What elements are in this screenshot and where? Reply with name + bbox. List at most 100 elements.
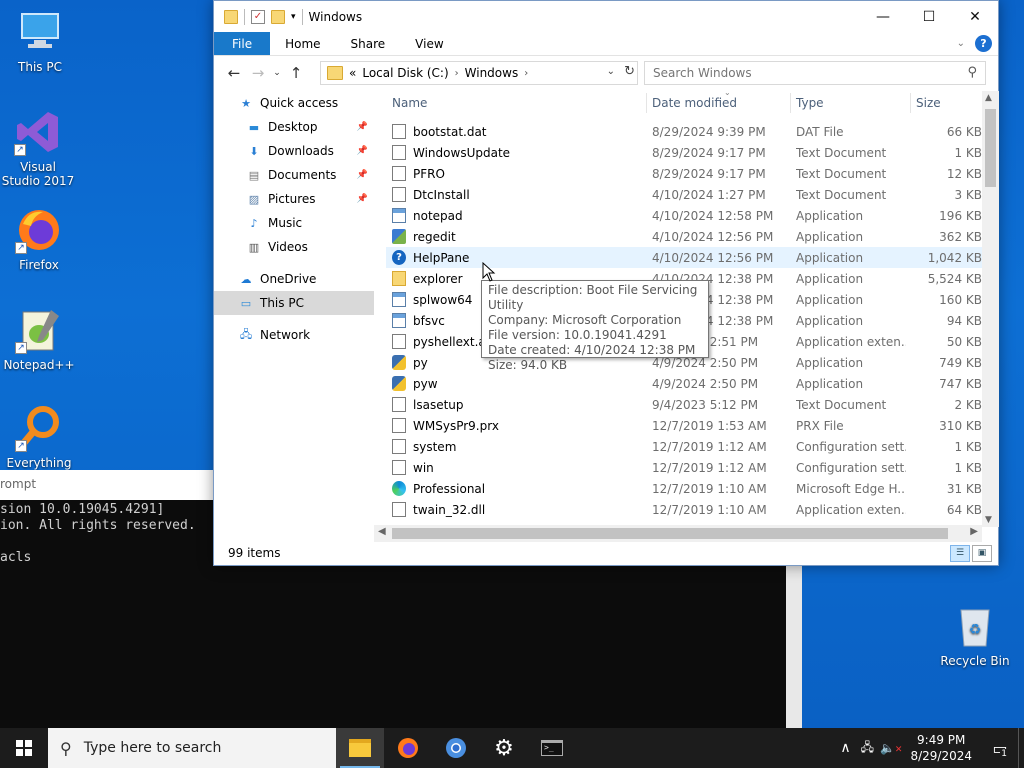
taskbar-search-box[interactable]: ⚲ Type here to search: [48, 728, 336, 768]
nav-item-desktop[interactable]: ▬ Desktop 📌: [214, 115, 374, 139]
breadcrumb-local-disk[interactable]: Local Disk (C:): [362, 66, 448, 80]
desktop-icon-recycle-bin[interactable]: ♻ Recycle Bin: [937, 602, 1013, 668]
file-row[interactable]: twain_32.dll 12/7/2019 1:10 AM Application…: [386, 499, 982, 520]
refresh-icon[interactable]: ↻: [624, 64, 635, 79]
scroll-thumb[interactable]: [985, 109, 996, 187]
file-type: Text Document: [796, 166, 887, 181]
file-row[interactable]: WindowsUpdate 8/29/2024 9:17 PM Text Docum…: [386, 142, 982, 163]
column-divider[interactable]: [910, 93, 911, 113]
desktop-icon-label: Notepad++: [3, 358, 75, 372]
minimize-button[interactable]: —: [860, 1, 906, 32]
scroll-up-icon[interactable]: ▲: [985, 93, 992, 103]
file-row[interactable]: pyw 4/9/2024 2:50 PM Application 747 KB: [386, 373, 982, 394]
column-divider[interactable]: [646, 93, 647, 113]
pin-icon[interactable]: 📌: [357, 146, 368, 156]
search-input[interactable]: [653, 66, 953, 80]
tab-file[interactable]: File: [214, 32, 271, 55]
nav-item-music[interactable]: ♪ Music: [214, 211, 374, 235]
file-row[interactable]: notepad 4/10/2024 12:58 PM Application 196 …: [386, 205, 982, 226]
notification-center-button[interactable]: ▭ 1: [982, 728, 1018, 768]
column-header-name[interactable]: Name: [392, 96, 427, 110]
file-row[interactable]: win 12/7/2019 1:12 AM Configuration sett..…: [386, 457, 982, 478]
help-icon[interactable]: ?: [975, 35, 992, 52]
taskbar-firefox[interactable]: [384, 728, 432, 768]
scroll-thumb[interactable]: [392, 528, 948, 539]
customize-quick-access-icon[interactable]: ▾: [291, 12, 296, 22]
scroll-right-icon[interactable]: ▶: [970, 526, 978, 537]
nav-item-documents[interactable]: ▤ Documents 📌: [214, 163, 374, 187]
file-row[interactable]: WMSysPr9.prx 12/7/2019 1:53 AM PRX File 310…: [386, 415, 982, 436]
scroll-down-icon[interactable]: ▼: [985, 515, 992, 525]
volume-muted-icon[interactable]: 🔈✕: [880, 741, 903, 755]
taskbar-chrome[interactable]: [432, 728, 480, 768]
details-view-icon[interactable]: ☰: [950, 545, 970, 562]
breadcrumb-windows[interactable]: Windows: [465, 66, 519, 80]
vertical-scrollbar[interactable]: ▲ ▼: [982, 91, 999, 527]
column-header-date[interactable]: Date modified: [652, 96, 737, 110]
show-desktop-button[interactable]: [1018, 728, 1024, 768]
column-divider[interactable]: [790, 93, 791, 113]
file-date: 9/4/2023 5:12 PM: [652, 397, 759, 412]
taskbar-settings[interactable]: ⚙: [480, 728, 528, 768]
forward-button[interactable]: →: [246, 64, 270, 82]
nav-item-network[interactable]: 🖧 Network: [214, 323, 374, 347]
large-icons-view-icon[interactable]: ▣: [972, 545, 992, 562]
file-row[interactable]: PFRO 8/29/2024 9:17 PM Text Document 12 KB: [386, 163, 982, 184]
file-row[interactable]: DtcInstall 4/10/2024 1:27 PM Text Document…: [386, 184, 982, 205]
tab-home[interactable]: Home: [270, 32, 335, 55]
desktop-icon-notepad-plus-plus[interactable]: ↗ Notepad++: [1, 306, 77, 372]
terminal-icon: >_: [541, 740, 563, 756]
tab-view[interactable]: View: [400, 32, 458, 55]
nav-item-quick-access[interactable]: ★ Quick access: [214, 91, 374, 115]
nav-item-onedrive[interactable]: ☁ OneDrive: [214, 267, 374, 291]
file-size: 362 KB: [939, 229, 982, 244]
taskbar-command-prompt[interactable]: >_: [528, 728, 576, 768]
column-header-type[interactable]: Type: [796, 96, 824, 110]
new-folder-icon[interactable]: [271, 9, 285, 24]
file-row[interactable]: regedit 4/10/2024 12:56 PM Application 362 …: [386, 226, 982, 247]
up-button[interactable]: ↑: [284, 64, 308, 82]
horizontal-scrollbar[interactable]: ◀ ▶: [374, 525, 982, 542]
chevron-up-icon[interactable]: ∧: [840, 740, 850, 756]
file-row[interactable]: Professional 12/7/2019 1:10 AM Microsoft E…: [386, 478, 982, 499]
desktop-icon-this-pc[interactable]: This PC: [2, 8, 78, 74]
scroll-left-icon[interactable]: ◀: [378, 526, 386, 537]
address-dropdown-icon[interactable]: ⌄: [607, 66, 615, 77]
pin-icon[interactable]: 📌: [357, 170, 368, 180]
pin-icon[interactable]: 📌: [357, 194, 368, 204]
back-button[interactable]: ←: [222, 64, 246, 82]
maximize-button[interactable]: ☐: [906, 1, 952, 32]
mouse-cursor-icon: [482, 262, 496, 282]
nav-item-videos[interactable]: ▥ Videos: [214, 235, 374, 259]
clock[interactable]: 9:49 PM 8/29/2024: [910, 732, 972, 764]
breadcrumb-overflow[interactable]: «: [349, 66, 356, 80]
nav-item-this-pc[interactable]: ▭ This PC: [214, 291, 374, 315]
nav-item-pictures[interactable]: ▨ Pictures 📌: [214, 187, 374, 211]
file-row[interactable]: lsasetup 9/4/2023 5:12 PM Text Document 2 K…: [386, 394, 982, 415]
chevron-right-icon[interactable]: ›: [455, 68, 459, 79]
column-header-size[interactable]: Size: [916, 96, 941, 110]
this-pc-icon: [16, 8, 64, 56]
nav-item-downloads[interactable]: ⬇ Downloads 📌: [214, 139, 374, 163]
address-bar[interactable]: « Local Disk (C:) › Windows › ⌄ ↻: [320, 61, 638, 85]
search-box[interactable]: ⚲: [644, 61, 986, 85]
chevron-right-icon[interactable]: ›: [524, 68, 528, 79]
file-row[interactable]: bootstat.dat 8/29/2024 9:39 PM DAT File 66 …: [386, 121, 982, 142]
pin-icon[interactable]: 📌: [357, 122, 368, 132]
recent-locations-icon[interactable]: ⌄: [270, 68, 284, 78]
start-button[interactable]: [0, 728, 48, 768]
file-date: 8/29/2024 9:17 PM: [652, 145, 766, 160]
taskbar-file-explorer[interactable]: [336, 728, 384, 768]
settings-file-icon: [392, 439, 406, 454]
desktop-icon-everything[interactable]: ↗ Everything: [1, 404, 77, 470]
desktop-icon-firefox[interactable]: ↗ Firefox: [1, 206, 77, 272]
file-row[interactable]: system 12/7/2019 1:12 AM Configuration set…: [386, 436, 982, 457]
tab-share[interactable]: Share: [336, 32, 401, 55]
desktop-icon-visual-studio[interactable]: ↗ Visual Studio 2017: [0, 108, 76, 188]
network-icon[interactable]: 🖧: [861, 738, 874, 759]
file-row[interactable]: ? HelpPane 4/10/2024 12:56 PM Application 1,…: [386, 247, 982, 268]
expand-ribbon-icon[interactable]: ⌄: [957, 38, 965, 49]
title-bar[interactable]: ✓ ▾ Windows — ☐ ✕: [214, 1, 998, 32]
properties-icon[interactable]: ✓: [251, 9, 265, 24]
close-button[interactable]: ✕: [952, 1, 998, 32]
